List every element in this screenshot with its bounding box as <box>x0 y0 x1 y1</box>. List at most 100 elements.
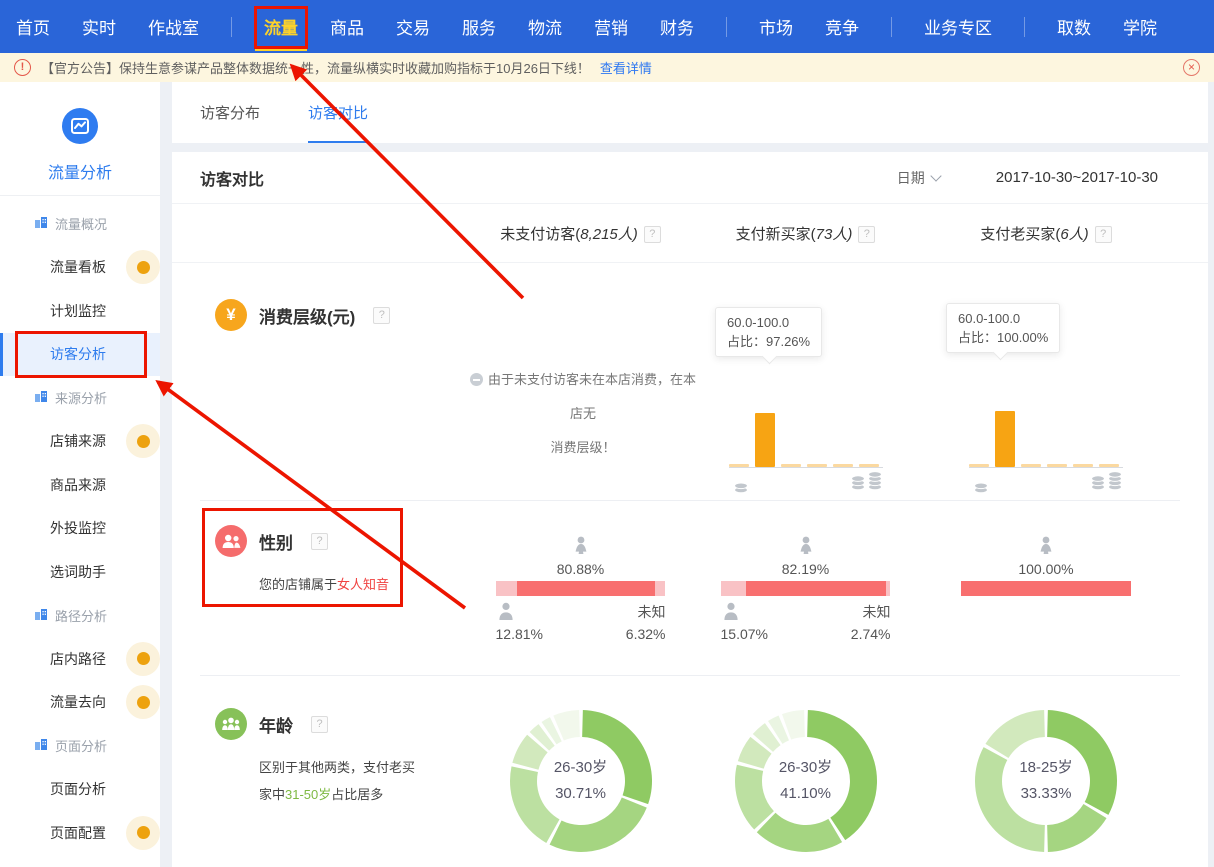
nav-divider <box>1024 17 1025 37</box>
nav-item-14[interactable]: 学院 <box>1123 0 1157 53</box>
female-percentage: 80.88% <box>496 561 666 577</box>
nav-item-11[interactable]: 竞争 <box>825 0 859 53</box>
panel-header: 访客对比 日期 2017-10-30~2017-10-30 <box>172 152 1208 204</box>
tab-visitor-distribution[interactable]: 访客分布 <box>200 82 260 143</box>
consumption-title: 消费层级(元) <box>259 303 355 328</box>
help-icon[interactable]: ? <box>1095 226 1112 243</box>
sidebar-item[interactable]: 商品来源 <box>0 463 160 507</box>
male-icon <box>721 608 741 624</box>
tab-strip: 访客分布 访客对比 <box>172 82 1208 143</box>
nav-item-3[interactable]: 流量 <box>264 0 298 53</box>
gender-col-new-buyers: 82.19% 15.07% 未知 2.74% <box>693 501 918 676</box>
sidebar-menu: 流量概况流量看板计划监控访客分析来源分析店铺来源商品来源外投监控选词助手路径分析… <box>0 196 160 855</box>
nav-divider <box>231 17 232 37</box>
announcement-link[interactable]: 查看详情 <box>600 58 652 77</box>
age-donut-chart[interactable]: 18-25岁 33.33% <box>971 706 1121 856</box>
sidebar-group-header: 流量概况 <box>0 202 160 246</box>
sidebar-header: 流量分析 <box>0 82 160 196</box>
sidebar-item[interactable]: 店内路径 <box>0 637 160 681</box>
notification-dot <box>126 250 160 284</box>
sidebar-item[interactable]: 流量去向 <box>0 681 160 725</box>
sidebar-item[interactable]: 流量看板 <box>0 246 160 290</box>
sidebar: 流量分析 流量概况流量看板计划监控访客分析来源分析店铺来源商品来源外投监控选词助… <box>0 82 160 867</box>
gender-bar[interactable] <box>721 581 891 596</box>
consumption-bar-chart[interactable] <box>729 409 883 494</box>
help-icon[interactable]: ? <box>311 716 328 733</box>
building-icon <box>34 215 48 232</box>
chart-tooltip: 60.0-100.0 占比：100.00% <box>946 303 1060 353</box>
nav-item-1[interactable]: 实时 <box>82 0 116 53</box>
building-icon <box>34 607 48 624</box>
coin-axis <box>969 468 1123 494</box>
unknown-percentage: 2.74% <box>851 623 891 645</box>
nav-item-7[interactable]: 物流 <box>528 0 562 53</box>
consumption-bar-chart[interactable] <box>969 409 1123 494</box>
sidebar-item[interactable]: 访客分析 <box>0 333 160 377</box>
sidebar-item[interactable]: 页面配置 <box>0 811 160 855</box>
unknown-percentage: 6.32% <box>626 623 666 645</box>
gender-description: 您的店铺属于女人知音 <box>259 571 449 598</box>
male-percentage: 15.07% <box>721 626 768 642</box>
female-icon <box>571 542 591 559</box>
date-range-value[interactable]: 2017-10-30~2017-10-30 <box>996 169 1158 186</box>
help-icon[interactable]: ? <box>373 307 390 324</box>
nav-item-8[interactable]: 营销 <box>594 0 628 53</box>
tab-visitor-comparison[interactable]: 访客对比 <box>308 82 368 143</box>
nav-divider <box>726 17 727 37</box>
sidebar-item[interactable]: 外投监控 <box>0 507 160 551</box>
sidebar-group-header: 路径分析 <box>0 594 160 638</box>
nav-item-6[interactable]: 服务 <box>462 0 496 53</box>
column-header-row: 未支付访客(8,215人)? 支付新买家(73人)? 支付老买家(6人)? <box>172 204 1208 263</box>
section-gender: 性别 ? 您的店铺属于女人知音 80.88% <box>172 501 1208 676</box>
donut-center-label: 26-30岁 30.71% <box>506 755 656 807</box>
nav-item-0[interactable]: 首页 <box>16 0 50 53</box>
nav-item-12[interactable]: 业务专区 <box>924 0 992 53</box>
column-header-unpaid: 未支付访客(8,215人)? <box>468 223 693 244</box>
sidebar-item[interactable]: 页面分析 <box>0 768 160 812</box>
gender-label-cell: 性别 ? 您的店铺属于女人知音 <box>172 501 468 676</box>
gender-people-icon <box>215 525 247 557</box>
notification-dot <box>126 424 160 458</box>
consumption-label-cell: ¥ 消费层级(元) ? <box>172 263 468 501</box>
sidebar-title: 流量分析 <box>0 159 160 183</box>
minus-icon <box>470 373 483 386</box>
app-window: 首页实时作战室 流量商品交易服务物流营销财务 市场竞争 业务专区 取数学院 ! 【官方公… <box>0 0 1214 867</box>
notification-dot <box>126 816 160 850</box>
help-icon[interactable]: ? <box>858 226 875 243</box>
close-icon[interactable]: × <box>1183 59 1200 76</box>
annotation-box-nav <box>254 6 308 49</box>
sidebar-item[interactable]: 店铺来源 <box>0 420 160 464</box>
section-age: 年龄 ? 区别于其他两类，支付老买 家中31-50岁占比居多 26-30岁 30… <box>172 676 1208 867</box>
help-icon[interactable]: ? <box>311 533 328 550</box>
help-icon[interactable]: ? <box>644 226 661 243</box>
female-percentage: 100.00% <box>961 561 1131 577</box>
nav-item-9[interactable]: 财务 <box>660 0 694 53</box>
nav-item-4[interactable]: 商品 <box>330 0 364 53</box>
coin-axis <box>729 468 883 494</box>
female-icon <box>1036 542 1056 559</box>
nav-item-13[interactable]: 取数 <box>1057 0 1091 53</box>
nav-item-2[interactable]: 作战室 <box>148 0 199 53</box>
sidebar-item[interactable]: 选词助手 <box>0 550 160 594</box>
coin-single-icon <box>973 471 989 498</box>
page-title: 访客对比 <box>200 166 264 190</box>
gender-col-unpaid: 80.88% 12.81% 未知 6.32% <box>468 501 693 676</box>
nav-item-5[interactable]: 交易 <box>396 0 430 53</box>
gender-bar[interactable] <box>961 581 1131 596</box>
nav-item-10[interactable]: 市场 <box>759 0 793 53</box>
gender-bar[interactable] <box>496 581 666 596</box>
warning-icon: ! <box>14 59 31 76</box>
gender-title: 性别 <box>259 529 293 554</box>
chart-tooltip: 60.0-100.0 占比：97.26% <box>715 307 822 357</box>
notification-dot <box>126 642 160 676</box>
age-col-unpaid: 26-30岁 30.71% <box>468 676 693 867</box>
announcement-text: 【官方公告】保持生意参谋产品整体数据统一性，流量纵横实时收藏加购指标于10月26… <box>41 58 590 77</box>
age-donut-chart[interactable]: 26-30岁 30.71% <box>506 706 656 856</box>
female-icon <box>796 542 816 559</box>
consumption-col-old-buyers: 60.0-100.0 占比：100.00% <box>918 263 1174 501</box>
age-donut-chart[interactable]: 26-30岁 41.10% <box>731 706 881 856</box>
sidebar-item[interactable]: 计划监控 <box>0 289 160 333</box>
coin-stacks-icon <box>850 468 883 490</box>
date-dropdown[interactable]: 日期 <box>897 168 940 188</box>
unknown-label: 未知 <box>626 601 666 623</box>
